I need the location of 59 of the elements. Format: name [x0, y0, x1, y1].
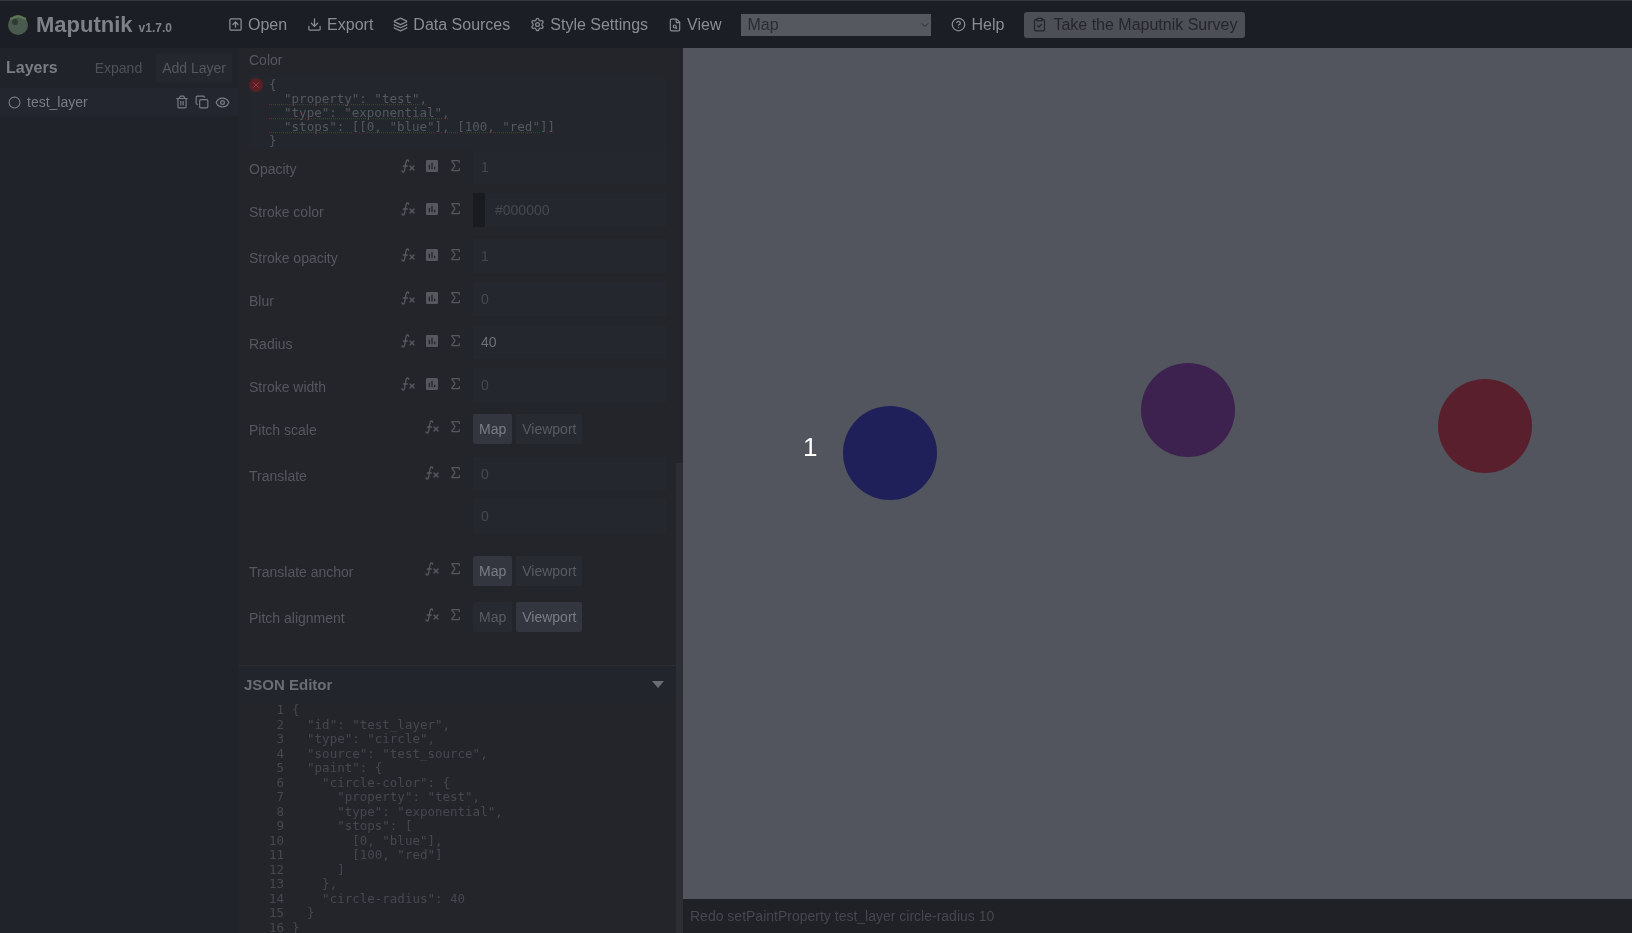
download-icon — [307, 17, 323, 32]
chart-icon[interactable] — [424, 376, 440, 392]
toolbar-button[interactable]: Open — [227, 15, 288, 34]
chart-icon[interactable] — [424, 201, 440, 217]
code-line: { — [292, 703, 300, 718]
visibility-icon[interactable] — [215, 94, 230, 110]
function-icon[interactable] — [400, 376, 416, 392]
function-icon[interactable] — [400, 247, 416, 263]
option-button[interactable]: Map — [473, 414, 513, 444]
copy-icon[interactable] — [195, 95, 209, 109]
clipboard-icon — [1032, 17, 1048, 32]
sigma-icon[interactable] — [448, 290, 463, 305]
delete-icon[interactable] — [175, 95, 189, 109]
map-canvas[interactable]: 1 — [683, 48, 1632, 899]
function-icon[interactable] — [400, 290, 416, 306]
code-line: ] — [336, 862, 345, 877]
sigma-icon[interactable] — [448, 561, 463, 576]
view-icon — [668, 17, 683, 32]
sigma-icon[interactable] — [448, 376, 463, 391]
sigma-icon[interactable] — [448, 333, 463, 348]
option-button[interactable]: Map — [473, 556, 513, 586]
option-button[interactable]: Viewport — [516, 602, 583, 632]
function-icon[interactable] — [424, 561, 440, 577]
chart-icon[interactable] — [424, 247, 440, 263]
code-line: } — [292, 920, 300, 933]
view-label: View — [668, 15, 722, 34]
toolbar-button[interactable]: Data Sources — [393, 15, 511, 34]
open-icon — [227, 17, 243, 32]
function-icon[interactable] — [424, 607, 440, 623]
layers-title: Layers — [6, 59, 59, 77]
layer-item[interactable]: test_layer — [0, 88, 238, 116]
circle-icon — [8, 95, 21, 109]
code-line: } — [306, 906, 315, 921]
sigma-icon[interactable] — [448, 607, 463, 622]
point-label: 1 — [803, 432, 818, 463]
sigma-icon[interactable] — [448, 158, 463, 173]
toolbar-button[interactable]: Style Settings — [530, 15, 649, 34]
sigma-icon[interactable] — [448, 465, 463, 480]
layers-icon — [393, 17, 409, 32]
function-icon[interactable] — [424, 419, 440, 435]
help-button[interactable]: Help — [951, 15, 1005, 34]
sigma-icon[interactable] — [448, 247, 463, 262]
chart-icon[interactable] — [424, 158, 440, 174]
function-icon[interactable] — [400, 333, 416, 349]
help-icon — [951, 17, 967, 32]
function-icon[interactable] — [400, 158, 416, 174]
sigma-icon[interactable] — [448, 201, 463, 216]
function-icon[interactable] — [400, 201, 416, 217]
chart-icon[interactable] — [424, 290, 440, 306]
code-line: }, — [321, 877, 338, 892]
app-name: Maputnik — [36, 11, 133, 38]
app-version: v1.7.0 — [138, 20, 172, 35]
sigma-icon[interactable] — [448, 419, 463, 434]
toolbar-button[interactable]: Export — [307, 15, 374, 34]
logo-icon — [6, 12, 30, 37]
function-icon[interactable] — [424, 465, 440, 481]
scrollbar[interactable] — [676, 463, 683, 933]
settings-icon — [530, 17, 546, 32]
chart-icon[interactable] — [424, 333, 440, 349]
